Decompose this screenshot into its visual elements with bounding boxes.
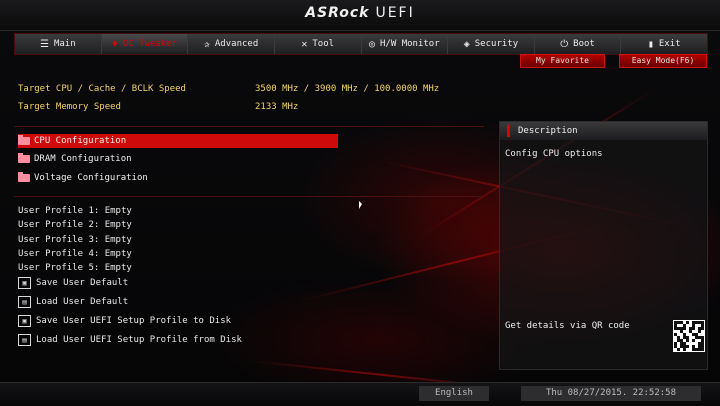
tab-hw-monitor[interactable]: ◎ H/W Monitor bbox=[361, 34, 449, 54]
load-icon: ▤ bbox=[18, 296, 31, 308]
tab-tool[interactable]: ✕ Tool bbox=[274, 34, 362, 54]
folder-icon bbox=[18, 172, 30, 182]
folder-icon bbox=[18, 153, 30, 163]
tab-main[interactable]: ☰ Main bbox=[15, 34, 102, 54]
tab-exit[interactable]: ▮ Exit bbox=[621, 34, 707, 54]
menu-item-dram-configuration[interactable]: DRAM Configuration bbox=[18, 152, 338, 166]
load-user-default-item[interactable]: ▤ Load User Default bbox=[18, 296, 128, 308]
memory-speed-value: 2133 MHz bbox=[255, 102, 299, 112]
disk-load-icon: ▤ bbox=[18, 334, 31, 346]
accent-bar bbox=[507, 125, 510, 137]
save-user-default-item[interactable]: ▣ Save User Default bbox=[18, 277, 128, 289]
asrock-uefi-logo: ASRock UEFI bbox=[305, 5, 415, 21]
tab-oc-tweaker[interactable]: ♦ OC Tweaker bbox=[101, 34, 189, 54]
my-favorite-button[interactable]: My Favorite bbox=[520, 54, 605, 68]
save-icon: ▣ bbox=[18, 277, 31, 289]
disk-save-icon: ▣ bbox=[18, 315, 31, 327]
tab-boot[interactable]: ⏻ Boot bbox=[534, 34, 622, 54]
language-button[interactable]: English bbox=[419, 386, 489, 401]
divider bbox=[14, 126, 484, 127]
menu-item-voltage-configuration[interactable]: Voltage Configuration bbox=[18, 171, 338, 185]
save-profile-to-disk-item[interactable]: ▣ Save User UEFI Setup Profile to Disk bbox=[18, 315, 231, 327]
date-time-display: Thu 08/27/2015. 22:52:58 bbox=[521, 386, 701, 401]
title-bar: ASRock UEFI bbox=[0, 0, 720, 31]
user-profile-2: User Profile 2: Empty bbox=[18, 220, 132, 230]
description-panel: Description Config CPU options Get detai… bbox=[499, 121, 708, 370]
main-menu-bar: ☰ Main ♦ OC Tweaker ✰ Advanced ✕ Tool ◎ H/W M… bbox=[14, 33, 708, 55]
list-icon: ☰ bbox=[39, 38, 49, 50]
qr-code-label: Get details via QR code bbox=[505, 321, 630, 331]
menu-item-cpu-configuration[interactable]: CPU Configuration bbox=[18, 134, 338, 148]
user-profile-4: User Profile 4: Empty bbox=[18, 249, 132, 259]
mouse-cursor-icon bbox=[359, 201, 362, 209]
user-profile-3: User Profile 3: Empty bbox=[18, 235, 132, 245]
cpu-speed-value: 3500 MHz / 3900 MHz / 100.0000 MHz bbox=[255, 84, 440, 94]
flame-icon: ♦ bbox=[111, 38, 118, 50]
divider bbox=[14, 196, 484, 197]
cpu-speed-label: Target CPU / Cache / BCLK Speed bbox=[18, 84, 186, 94]
exit-icon: ▮ bbox=[647, 38, 654, 50]
user-profile-5: User Profile 5: Empty bbox=[18, 263, 132, 273]
star-icon: ✰ bbox=[203, 38, 210, 50]
qr-code-icon bbox=[673, 320, 705, 352]
user-profile-1: User Profile 1: Empty bbox=[18, 206, 132, 216]
memory-speed-label: Target Memory Speed bbox=[18, 102, 121, 112]
description-text: Config CPU options bbox=[505, 149, 603, 159]
folder-icon bbox=[18, 135, 30, 145]
tab-security[interactable]: ◈ Security bbox=[448, 34, 535, 54]
power-icon: ⏻ bbox=[560, 38, 569, 50]
tab-advanced[interactable]: ✰ Advanced bbox=[188, 34, 275, 54]
shield-icon: ◈ bbox=[463, 38, 470, 50]
description-header: Description bbox=[500, 122, 707, 140]
tools-icon: ✕ bbox=[301, 38, 308, 50]
monitor-icon: ◎ bbox=[368, 38, 376, 50]
load-profile-from-disk-item[interactable]: ▤ Load User UEFI Setup Profile from Disk bbox=[18, 334, 242, 346]
easy-mode-button[interactable]: Easy Mode(F6) bbox=[619, 54, 707, 68]
